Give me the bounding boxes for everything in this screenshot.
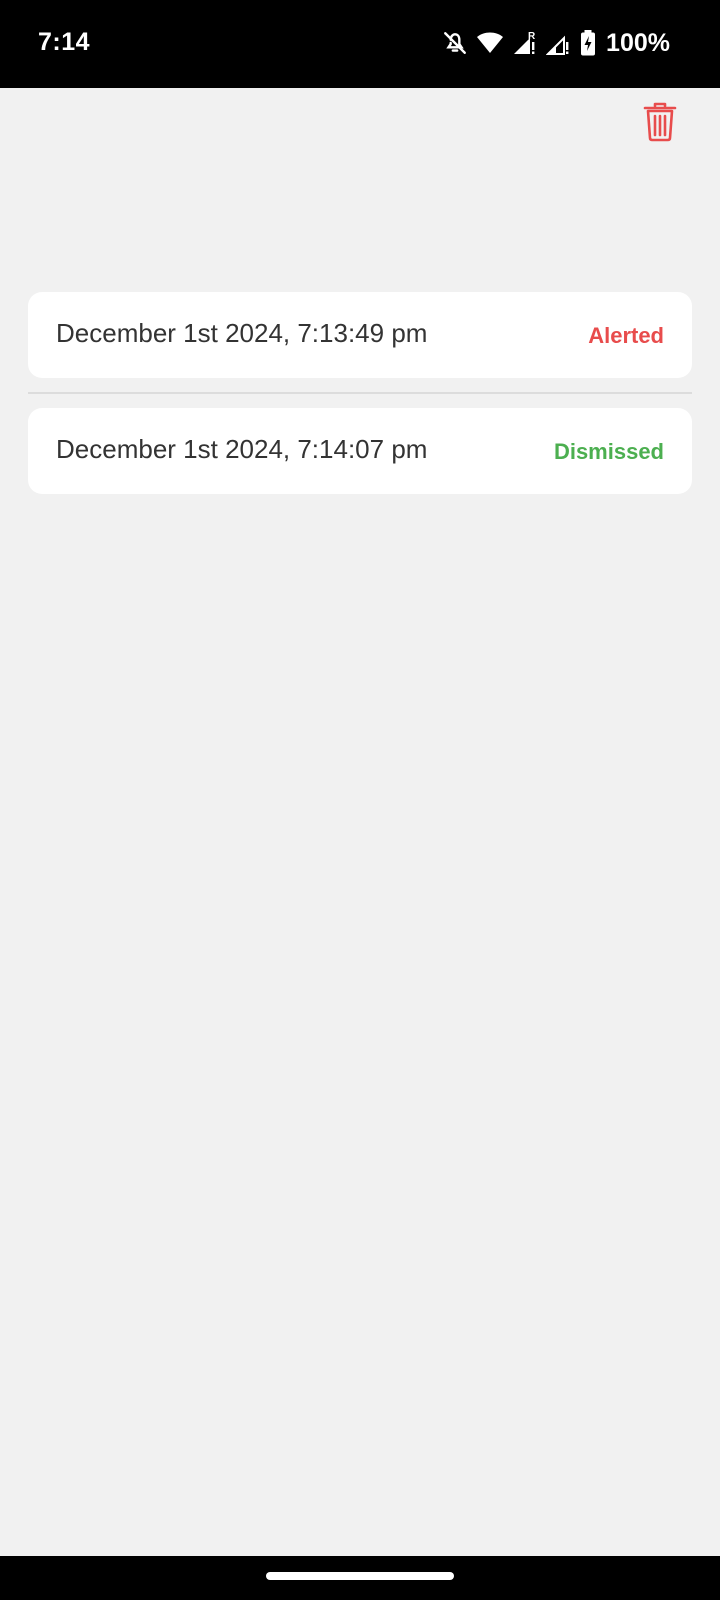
navigation-bar — [0, 1556, 720, 1600]
log-entry[interactable]: December 1st 2024, 7:14:07 pm Dismissed — [28, 408, 692, 494]
trash-icon — [643, 102, 677, 147]
signal-roaming-icon: R — [512, 30, 538, 56]
wifi-icon — [476, 31, 504, 55]
app-screen: December 1st 2024, 7:13:49 pm Alerted De… — [0, 88, 720, 1556]
divider — [28, 392, 692, 394]
battery-percentage: 100% — [606, 28, 670, 57]
log-entry-date: December 1st 2024, 7:13:49 pm — [56, 317, 428, 348]
battery-charging-icon — [580, 30, 596, 56]
signal-icon — [546, 30, 572, 56]
log-list: December 1st 2024, 7:13:49 pm Alerted De… — [28, 292, 692, 494]
status-bar: 7:14 R 100% — [0, 0, 720, 88]
mute-icon — [442, 30, 468, 56]
status-icons: R 100% — [442, 28, 670, 58]
log-entry[interactable]: December 1st 2024, 7:13:49 pm Alerted — [28, 292, 692, 378]
status-time: 7:14 — [38, 28, 91, 56]
log-entry-status: Alerted — [588, 323, 664, 348]
log-entry-date: December 1st 2024, 7:14:07 pm — [56, 433, 428, 464]
home-handle[interactable] — [266, 1572, 454, 1580]
svg-text:R: R — [528, 31, 536, 42]
delete-all-button[interactable] — [638, 102, 682, 146]
log-entry-status: Dismissed — [553, 439, 664, 464]
